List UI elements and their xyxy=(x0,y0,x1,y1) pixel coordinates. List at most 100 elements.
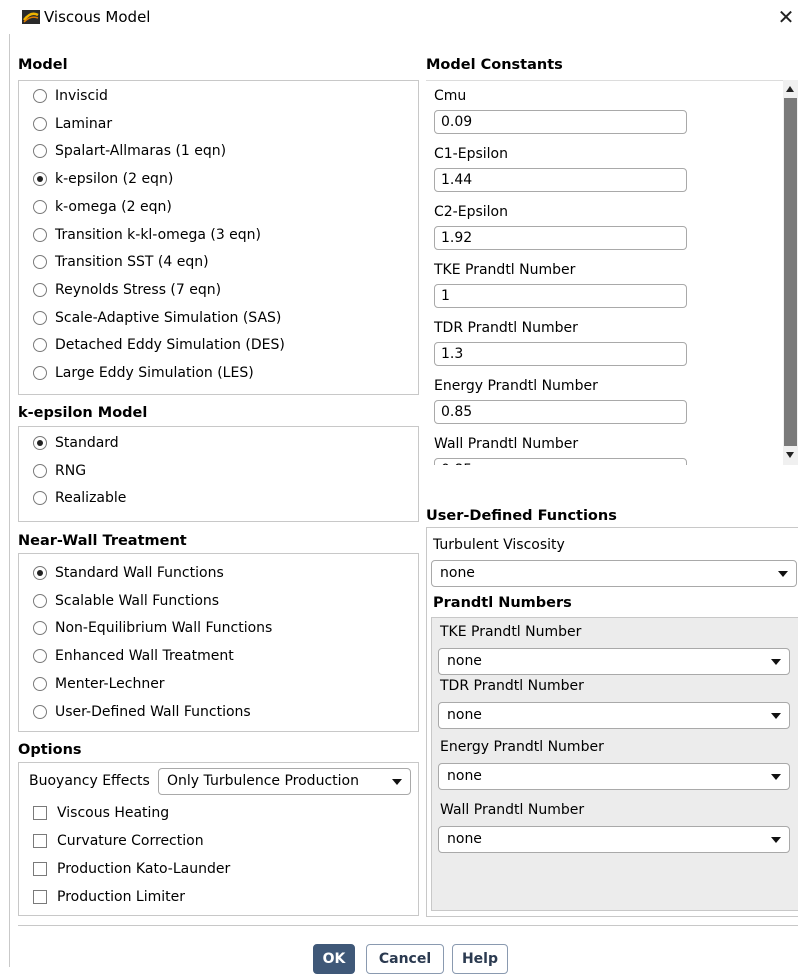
constants-scrollbar[interactable] xyxy=(783,80,798,465)
chevron-down-icon xyxy=(771,659,781,665)
constant-input[interactable]: 1 xyxy=(434,284,687,308)
scroll-up-arrow-icon[interactable] xyxy=(786,86,794,92)
option-label: Scalable Wall Functions xyxy=(55,592,220,609)
scroll-down-arrow-icon[interactable] xyxy=(786,452,794,458)
model-option[interactable]: k-epsilon (2 eqn) xyxy=(33,168,173,190)
checkbox-icon[interactable] xyxy=(33,862,47,876)
buoyancy-effects-dropdown[interactable]: Only Turbulence Production xyxy=(158,768,411,795)
checkbox-icon[interactable] xyxy=(33,890,47,904)
option-checkbox-row[interactable]: Curvature Correction xyxy=(33,830,204,852)
model-option[interactable]: k-omega (2 eqn) xyxy=(33,196,172,218)
model-option[interactable]: Laminar xyxy=(33,113,112,135)
radio-button-icon[interactable] xyxy=(33,463,47,478)
radio-button-icon[interactable] xyxy=(33,89,47,103)
radio-button-icon[interactable] xyxy=(33,282,47,297)
near-wall-section-title: Near-Wall Treatment xyxy=(18,533,187,549)
radio-button-icon[interactable] xyxy=(33,621,47,636)
model-option[interactable]: Transition k-kl-omega (3 eqn) xyxy=(33,224,261,246)
radio-button-icon[interactable] xyxy=(33,199,47,214)
constant-input[interactable]: 1.92 xyxy=(434,226,687,250)
ok-button[interactable]: OK xyxy=(313,944,355,974)
model-option[interactable]: Detached Eddy Simulation (DES) xyxy=(33,334,285,356)
radio-button-icon[interactable] xyxy=(33,676,47,691)
prandtl-label: Energy Prandtl Number xyxy=(440,739,604,755)
radio-button-icon[interactable] xyxy=(33,227,47,242)
radio-button-icon[interactable] xyxy=(33,255,47,270)
ke-model-option[interactable]: Standard xyxy=(33,432,119,454)
checkbox-icon[interactable] xyxy=(33,806,47,820)
ke-model-option[interactable]: RNG xyxy=(33,460,86,482)
turbulent-viscosity-dropdown[interactable]: none xyxy=(431,560,797,587)
option-label: k-omega (2 eqn) xyxy=(55,198,172,215)
options-group: Buoyancy Effects Only Turbulence Product… xyxy=(18,762,419,916)
checkbox-label: Production Limiter xyxy=(57,889,186,905)
option-checkbox-row[interactable]: Production Limiter xyxy=(33,886,185,908)
near-wall-option[interactable]: Scalable Wall Functions xyxy=(33,590,219,612)
option-checkbox-row[interactable]: Viscous Heating xyxy=(33,802,169,824)
model-constants-title: Model Constants xyxy=(426,57,563,73)
prandtl-dropdown[interactable]: none xyxy=(438,702,790,729)
close-icon[interactable]: ✕ xyxy=(774,2,798,32)
model-option[interactable]: Scale-Adaptive Simulation (SAS) xyxy=(33,307,281,329)
radio-button-icon[interactable] xyxy=(33,116,47,131)
ansys-app-icon xyxy=(22,10,40,24)
near-wall-option[interactable]: Non-Equilibrium Wall Functions xyxy=(33,617,272,639)
scrollbar-thumb[interactable] xyxy=(784,98,797,446)
radio-button-icon[interactable] xyxy=(33,144,47,159)
radio-button-icon[interactable] xyxy=(33,172,47,187)
option-label: Standard Wall Functions xyxy=(55,565,224,581)
option-label: User-Defined Wall Functions xyxy=(55,703,251,720)
constant-label: TDR Prandtl Number xyxy=(434,320,578,336)
option-label: Realizable xyxy=(55,490,127,507)
model-option[interactable]: Transition SST (4 eqn) xyxy=(33,251,209,273)
radio-button-icon[interactable] xyxy=(33,310,47,325)
radio-button-icon[interactable] xyxy=(33,649,47,664)
option-label: Inviscid xyxy=(55,88,108,104)
constant-input[interactable]: 0.09 xyxy=(434,110,687,134)
checkbox-icon[interactable] xyxy=(33,834,47,848)
constant-label: Cmu xyxy=(434,88,467,104)
prandtl-dropdown[interactable]: none xyxy=(438,763,790,790)
radio-button-icon[interactable] xyxy=(33,436,47,450)
cancel-button[interactable]: Cancel xyxy=(366,944,444,974)
prandtl-value: none xyxy=(447,768,482,784)
constant-label: Wall Prandtl Number xyxy=(434,436,579,452)
option-label: Non-Equilibrium Wall Functions xyxy=(55,620,273,637)
constant-input[interactable]: 1.44 xyxy=(434,168,687,192)
radio-button-icon[interactable] xyxy=(33,366,47,380)
model-constants-panel: Cmu 0.09 C1-Epsilon 1.44 C2-Epsilon 1.92 TKE P… xyxy=(426,80,798,465)
near-wall-option[interactable]: User-Defined Wall Functions xyxy=(33,701,251,723)
prandtl-dropdown[interactable]: none xyxy=(438,826,790,853)
option-label: Spalart-Allmaras (1 eqn) xyxy=(55,143,227,160)
radio-button-icon[interactable] xyxy=(33,593,47,608)
option-label: Reynolds Stress (7 eqn) xyxy=(55,281,222,298)
model-option[interactable]: Spalart-Allmaras (1 eqn) xyxy=(33,140,226,162)
radio-button-icon[interactable] xyxy=(33,704,47,719)
radio-button-icon[interactable] xyxy=(33,338,47,353)
option-checkbox-row[interactable]: Production Kato-Launder xyxy=(33,858,230,880)
turbulent-viscosity-label: Turbulent Viscosity xyxy=(433,537,565,553)
model-option[interactable]: Inviscid xyxy=(33,85,108,107)
radio-button-icon[interactable] xyxy=(33,491,47,506)
checkbox-label: Production Kato-Launder xyxy=(57,861,231,877)
prandtl-label: TDR Prandtl Number xyxy=(440,678,584,694)
checkbox-label: Curvature Correction xyxy=(57,833,204,849)
near-wall-group: Standard Wall Functions Scalable Wall Fun… xyxy=(18,553,419,732)
constant-input[interactable]: 0.85 xyxy=(434,400,687,424)
ke-model-section-title: k-epsilon Model xyxy=(18,405,148,421)
near-wall-option[interactable]: Enhanced Wall Treatment xyxy=(33,645,234,667)
constant-input[interactable]: 1.3 xyxy=(434,342,687,366)
model-option[interactable]: Reynolds Stress (7 eqn) xyxy=(33,279,221,301)
prandtl-dropdown[interactable]: none xyxy=(438,648,790,675)
near-wall-option[interactable]: Menter-Lechner xyxy=(33,673,165,695)
near-wall-option[interactable]: Standard Wall Functions xyxy=(33,562,224,584)
chevron-down-icon xyxy=(778,571,788,577)
options-section-title: Options xyxy=(18,742,82,758)
help-button[interactable]: Help xyxy=(452,944,508,974)
model-option[interactable]: Large Eddy Simulation (LES) xyxy=(33,362,254,384)
constant-label: C2-Epsilon xyxy=(434,204,508,220)
constant-input[interactable]: 0.85 xyxy=(434,458,687,465)
footer-divider xyxy=(18,925,798,926)
ke-model-option[interactable]: Realizable xyxy=(33,487,126,509)
radio-button-icon[interactable] xyxy=(33,566,47,580)
